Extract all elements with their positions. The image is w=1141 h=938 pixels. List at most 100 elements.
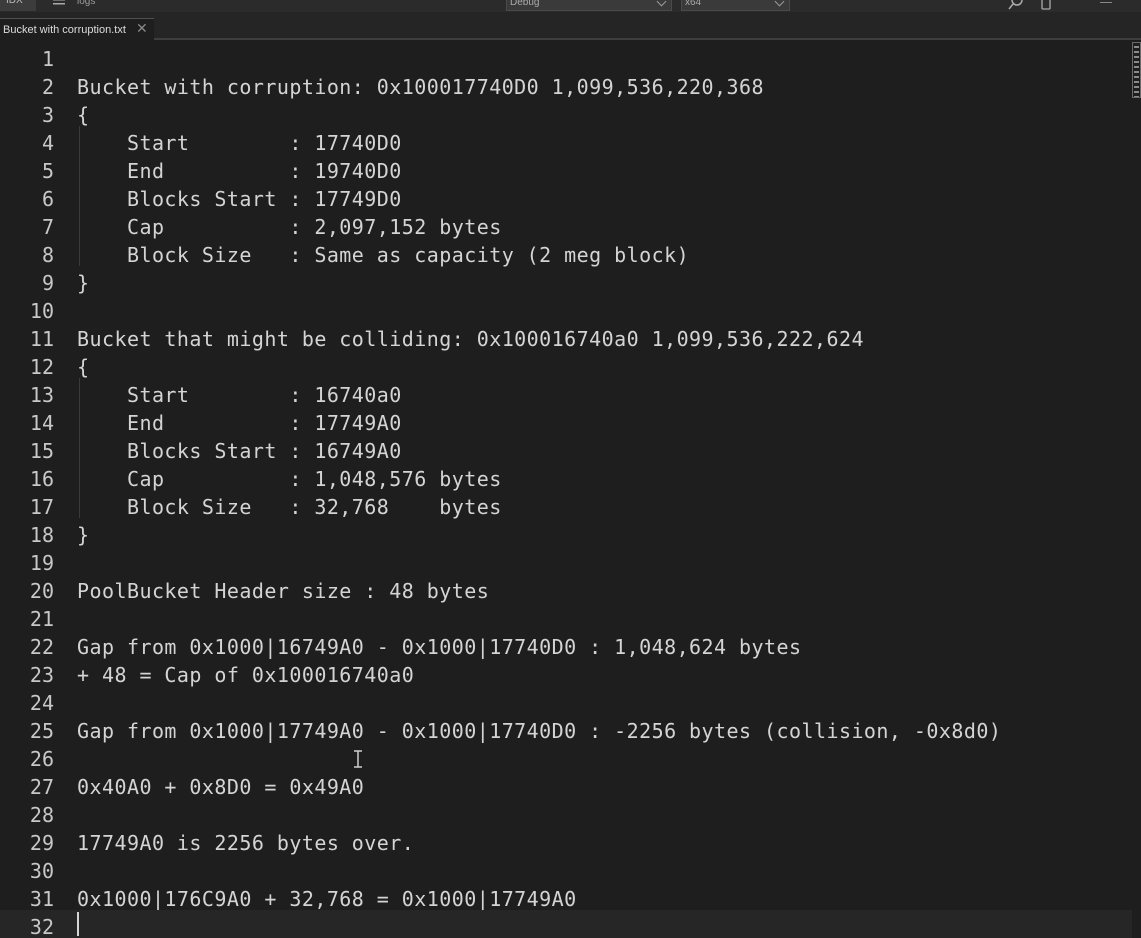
line-number: 7 bbox=[41, 215, 54, 239]
editor-line[interactable]: 11 Bucket that might be colliding: 0x1000… bbox=[0, 322, 1132, 351]
line-text[interactable]: Blocks Start : 16749A0 bbox=[77, 439, 402, 463]
line-text[interactable]: 17749A0 is 2256 bytes over. bbox=[77, 831, 414, 855]
editor-line[interactable]: 2 Bucket with corruption: 0x100017740D0 1… bbox=[0, 70, 1132, 99]
editor-line[interactable]: 16 Cap : 1,048,576 bytes bbox=[0, 462, 1132, 491]
line-text[interactable]: End : 17749A0 bbox=[77, 411, 402, 435]
editor-line[interactable]: 8 Block Size : Same as capacity (2 meg b… bbox=[0, 238, 1132, 267]
search-icon[interactable] bbox=[1008, 0, 1024, 10]
editor-line[interactable]: 15 Blocks Start : 16749A0 bbox=[0, 434, 1132, 463]
editor-line[interactable]: 6 Blocks Start : 17749D0 bbox=[0, 182, 1132, 211]
editor-line[interactable]: 13 Start : 16740a0 bbox=[0, 378, 1132, 407]
line-text[interactable]: 0x40A0 + 0x8D0 = 0x49A0 bbox=[77, 775, 364, 799]
line-text[interactable]: Bucket that might be colliding: 0x100016… bbox=[77, 327, 864, 351]
line-text[interactable]: Cap : 1,048,576 bytes bbox=[77, 467, 502, 491]
line-number: 26 bbox=[29, 747, 54, 771]
configuration-value: Debug bbox=[510, 0, 540, 8]
close-icon[interactable]: ✕ bbox=[136, 20, 148, 37]
line-text[interactable]: } bbox=[77, 523, 90, 547]
editor-line[interactable]: 28 bbox=[0, 798, 1132, 827]
editor-line[interactable]: 25 Gap from 0x1000|17749A0 - 0x1000|17740… bbox=[0, 714, 1132, 743]
line-number: 16 bbox=[29, 467, 54, 491]
editor-line[interactable]: 30 bbox=[0, 854, 1132, 883]
line-number: 19 bbox=[29, 551, 54, 575]
line-text[interactable]: 0x1000|176C9A0 + 32,768 = 0x1000|17749A0 bbox=[77, 887, 577, 911]
line-text[interactable]: { bbox=[77, 103, 90, 127]
line-text[interactable]: Gap from 0x1000|16749A0 - 0x1000|17740D0… bbox=[77, 635, 801, 659]
tab-bucket-with-corruption[interactable]: Bucket with corruption.txt ✕ bbox=[0, 18, 154, 41]
line-text[interactable]: Block Size : Same as capacity (2 meg blo… bbox=[77, 243, 689, 267]
editor-line[interactable]: 23 + 48 = Cap of 0x100016740a0 bbox=[0, 658, 1132, 687]
editor-line[interactable]: 26 bbox=[0, 742, 1132, 771]
editor-line[interactable]: 31 0x1000|176C9A0 + 32,768 = 0x1000|17749… bbox=[0, 882, 1132, 911]
line-number: 10 bbox=[29, 299, 54, 323]
configuration-dropdown[interactable]: Debug bbox=[506, 0, 672, 11]
device-icon[interactable] bbox=[1040, 0, 1054, 11]
line-text[interactable]: Gap from 0x1000|17749A0 - 0x1000|17740D0… bbox=[77, 719, 1001, 743]
editor-line[interactable]: 7 Cap : 2,097,152 bytes bbox=[0, 210, 1132, 239]
editor-line[interactable]: 19 bbox=[0, 546, 1132, 575]
line-text[interactable]: End : 19740D0 bbox=[77, 159, 402, 183]
editor-line[interactable]: 17 Block Size : 32,768 bytes bbox=[0, 490, 1132, 519]
minimize-icon[interactable] bbox=[1100, 2, 1112, 3]
line-number: 9 bbox=[41, 271, 54, 295]
editor-line[interactable]: 24 bbox=[0, 686, 1132, 715]
line-text[interactable]: } bbox=[77, 271, 90, 295]
line-text[interactable]: PoolBucket Header size : 48 bytes bbox=[77, 579, 489, 603]
line-number: 14 bbox=[29, 411, 54, 435]
platform-dropdown[interactable]: x64 bbox=[681, 0, 790, 11]
line-number: 32 bbox=[29, 915, 54, 938]
editor-line[interactable]: 22 Gap from 0x1000|16749A0 - 0x1000|17740… bbox=[0, 630, 1132, 659]
line-number: 24 bbox=[29, 691, 54, 715]
editor-line[interactable]: 3{ bbox=[0, 98, 1132, 127]
line-number: 27 bbox=[29, 775, 54, 799]
editor-line[interactable]: 9} bbox=[0, 266, 1132, 295]
line-number: 11 bbox=[29, 327, 54, 351]
menu-label[interactable]: logs bbox=[77, 0, 95, 7]
editor-line[interactable]: 32 bbox=[0, 910, 1132, 938]
editor-line[interactable]: 20 PoolBucket Header size : 48 bytes bbox=[0, 574, 1132, 603]
line-number: 5 bbox=[41, 159, 54, 183]
indent-guide bbox=[79, 378, 80, 518]
tab-label: Bucket with corruption.txt bbox=[3, 24, 126, 36]
editor-line[interactable]: 21 bbox=[0, 602, 1132, 631]
editor-line[interactable]: 27 0x40A0 + 0x8D0 = 0x49A0 bbox=[0, 770, 1132, 799]
line-text[interactable]: Block Size : 32,768 bytes bbox=[77, 495, 502, 519]
line-text[interactable]: Start : 17740D0 bbox=[77, 131, 402, 155]
line-number: 17 bbox=[29, 495, 54, 519]
editor-line[interactable]: 12 { bbox=[0, 350, 1132, 379]
line-number: 3 bbox=[41, 103, 54, 127]
editor-line[interactable]: 29 17749A0 is 2256 bytes over. bbox=[0, 826, 1132, 855]
app-logo: IDX bbox=[0, 0, 36, 11]
chevron-down-icon bbox=[656, 0, 667, 7]
line-text[interactable]: Bucket with corruption: 0x100017740D0 1,… bbox=[77, 75, 764, 99]
text-editor[interactable]: 1 2 Bucket with corruption: 0x100017740D0 … bbox=[0, 42, 1141, 938]
line-number: 1 bbox=[41, 47, 54, 71]
editor-line[interactable]: 4 Start : 17740D0 bbox=[0, 126, 1132, 155]
line-number: 12 bbox=[29, 355, 54, 379]
line-number: 18 bbox=[29, 523, 54, 547]
editor-line[interactable]: 18} bbox=[0, 518, 1132, 547]
editor-line[interactable]: 5 End : 19740D0 bbox=[0, 154, 1132, 183]
indent-guide bbox=[79, 126, 80, 266]
line-number: 28 bbox=[29, 803, 54, 827]
line-number: 8 bbox=[41, 243, 54, 267]
hamburger-menu-icon[interactable] bbox=[52, 0, 66, 10]
line-text[interactable]: + 48 = Cap of 0x100016740a0 bbox=[77, 663, 414, 687]
line-number: 21 bbox=[29, 607, 54, 631]
text-cursor-icon bbox=[354, 750, 362, 768]
line-number: 13 bbox=[29, 383, 54, 407]
line-text[interactable]: { bbox=[77, 355, 90, 379]
chevron-down-icon bbox=[774, 0, 785, 7]
editor-line[interactable]: 10 bbox=[0, 294, 1132, 323]
platform-value: x64 bbox=[685, 0, 702, 8]
editor-line[interactable]: 1 bbox=[0, 42, 1132, 71]
minimap[interactable] bbox=[1132, 42, 1141, 98]
top-toolbar: IDX logs Debug x64 bbox=[0, 0, 1141, 12]
editor-line[interactable]: 14 End : 17749A0 bbox=[0, 406, 1132, 435]
line-number: 20 bbox=[29, 579, 54, 603]
line-number: 22 bbox=[29, 635, 54, 659]
line-text[interactable]: Start : 16740a0 bbox=[77, 383, 402, 407]
line-text[interactable]: Blocks Start : 17749D0 bbox=[77, 187, 402, 211]
line-text[interactable]: Cap : 2,097,152 bytes bbox=[77, 215, 502, 239]
line-number: 6 bbox=[41, 187, 54, 211]
